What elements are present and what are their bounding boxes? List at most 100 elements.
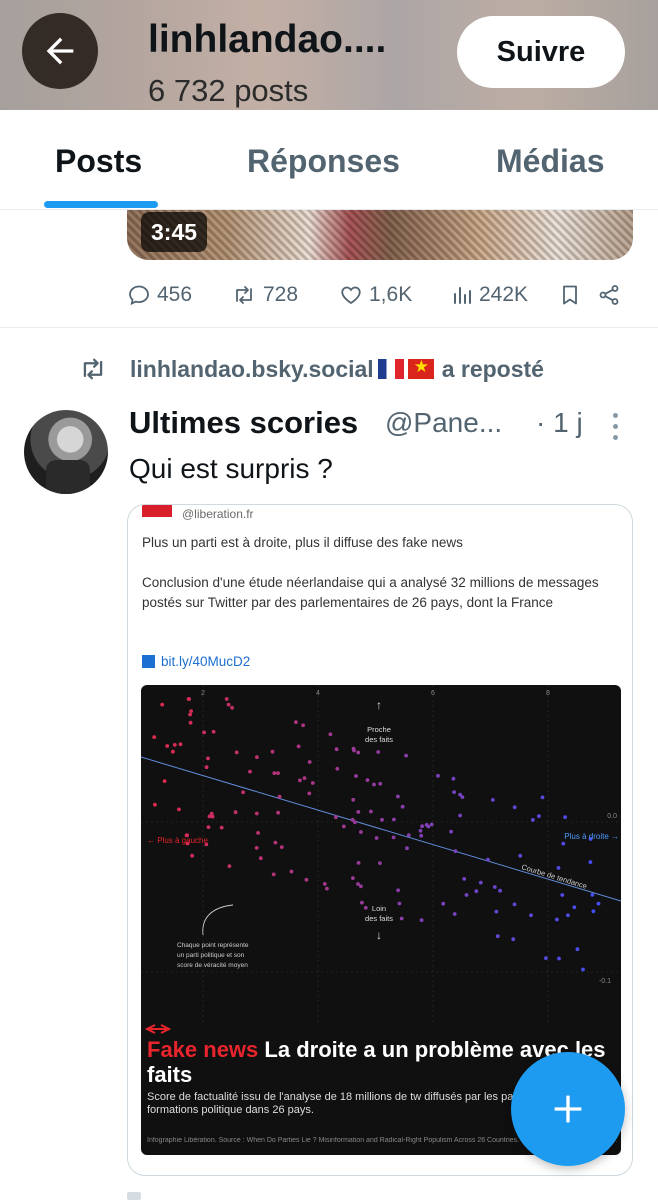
scatter-point [557, 956, 561, 961]
scatter-point [376, 750, 381, 754]
scatter-point [492, 885, 497, 889]
scatter-point [424, 823, 429, 827]
scatter-point [512, 902, 517, 907]
scatter-point [462, 877, 467, 881]
scatter-point [451, 776, 456, 781]
y-tick: -0.1 [599, 978, 611, 985]
reposted-label: a reposté [441, 355, 544, 382]
scatter-point [341, 824, 346, 829]
double-arrow-icon [144, 1024, 172, 1034]
tab-media[interactable]: Médias [496, 143, 604, 180]
share-button[interactable] [597, 278, 621, 312]
tab-posts[interactable]: Posts [55, 143, 142, 180]
scatter-point [560, 893, 565, 897]
scatter-point [399, 916, 404, 921]
views-button[interactable]: 242K [451, 278, 528, 312]
share-icon [599, 285, 619, 305]
scatter-point [518, 853, 523, 858]
image-title-red: Fake news [147, 1037, 259, 1062]
scatter-point [429, 822, 434, 827]
scatter-point [206, 756, 210, 761]
vn-flag-icon [407, 357, 434, 379]
compose-button[interactable] [511, 1052, 625, 1166]
scatter-point [350, 817, 355, 822]
scatter-point [512, 805, 517, 810]
scatter-point [380, 817, 384, 822]
video-duration: 3:45 [141, 212, 208, 252]
scatter-point [256, 831, 260, 835]
scatter-point [420, 824, 424, 829]
scatter-point [396, 794, 400, 799]
arrow-down-icon: ↓ [376, 928, 382, 942]
scatter-point [188, 712, 192, 717]
scatter-point [563, 815, 567, 819]
image-source-handle: @liberation.fr [182, 507, 254, 521]
active-tab-indicator [44, 201, 158, 208]
video-thumbnail[interactable]: 3:45 [127, 210, 633, 260]
x-tick: 4 [316, 690, 320, 697]
scatter-point [351, 797, 356, 802]
scatter-point [372, 782, 376, 787]
scatter-point [529, 913, 533, 918]
like-button[interactable]: 1,6K [339, 278, 412, 312]
x-tick: 8 [546, 690, 550, 697]
tab-replies[interactable]: Réponses [247, 143, 400, 180]
repost-button[interactable]: 728 [231, 278, 298, 312]
label-top: Proche [367, 725, 391, 734]
like-count: 1,6K [369, 283, 413, 306]
scatter-point [254, 846, 259, 850]
scatter-point [581, 967, 585, 972]
scatter-point [328, 732, 333, 737]
scatter-point [334, 747, 339, 752]
scatter-point [202, 730, 206, 735]
scatter-point [544, 956, 548, 960]
repost-icon [83, 358, 103, 380]
link-icon [142, 655, 155, 668]
scatter-point [219, 825, 224, 830]
post-header: Ultimes scories @Pane... · 1 j [129, 405, 649, 447]
scatter-point [255, 755, 259, 759]
repost-context[interactable]: linhlandao.bsky.social a reposté [78, 352, 544, 386]
scatter-point [591, 909, 596, 914]
scatter-point [276, 771, 280, 775]
arrow-up-icon: ↑ [376, 698, 382, 712]
scatter-point [495, 934, 500, 939]
chart-note: score de véracité moyen [177, 962, 248, 969]
label-bottom: Loin [372, 904, 386, 913]
profile-name: linhlandao.... [148, 18, 387, 61]
scatter-point [177, 807, 181, 812]
author-handle[interactable]: @Pane... [385, 407, 502, 439]
scatter-point [556, 866, 561, 870]
post-divider [0, 327, 658, 328]
follow-button[interactable]: Suivre [457, 16, 625, 88]
back-button[interactable] [22, 13, 98, 89]
arrow-left-icon [46, 37, 74, 65]
scatter-point [351, 876, 355, 880]
scatter-point [352, 748, 356, 753]
author-avatar[interactable] [24, 410, 108, 494]
scatter-point [334, 815, 338, 820]
scatter-point [356, 750, 361, 755]
author-name[interactable]: Ultimes scories [129, 405, 358, 441]
scatter-point [478, 880, 483, 885]
reply-count: 456 [157, 283, 193, 306]
post-time: · 1 j [536, 407, 583, 438]
bookmark-button[interactable] [559, 278, 581, 312]
scatter-point [354, 774, 358, 778]
scatter-point [289, 869, 294, 874]
scatter-point [404, 753, 408, 758]
reply-button[interactable]: 456 [127, 278, 192, 312]
scatter-point [359, 830, 363, 834]
scatter-point [356, 882, 360, 886]
scatter-point [335, 766, 340, 771]
scatter-point [190, 853, 194, 858]
label-right: Plus à droite → [564, 832, 619, 841]
scatter-point [307, 760, 312, 764]
scatter-point [575, 947, 580, 952]
scatter-point [396, 888, 400, 893]
scatter-point [458, 813, 462, 818]
more-options-icon[interactable] [605, 413, 625, 443]
scatter-point [254, 811, 259, 816]
scatter-point [486, 857, 490, 862]
scatter-point [277, 794, 282, 799]
